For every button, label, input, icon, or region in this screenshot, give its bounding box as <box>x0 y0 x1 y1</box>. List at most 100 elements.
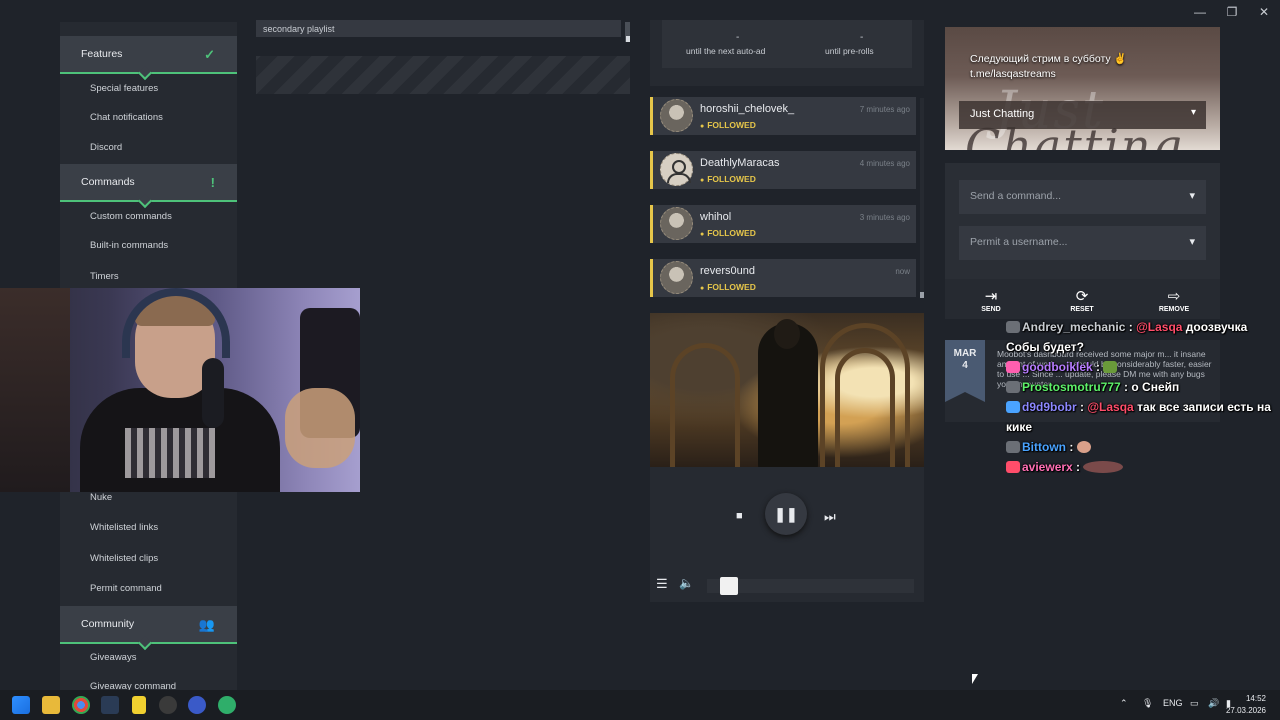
badge-icon <box>1006 401 1020 413</box>
category-select[interactable]: Just Chatting <box>959 101 1206 129</box>
chat-username: Bittown <box>1022 440 1066 454</box>
chat-username: Andrey_mechanic <box>1022 320 1126 334</box>
permit-username-dropdown[interactable]: Permit a username... <box>959 226 1206 260</box>
webcam-overlay <box>0 288 360 492</box>
mouse-cursor <box>972 674 978 684</box>
users-icon: 👥 <box>198 617 215 632</box>
cam-background-shelf <box>0 288 70 492</box>
follow-event: revers0und FOLLOWED now <box>650 259 916 297</box>
headset-icon <box>122 288 230 358</box>
reset-button[interactable]: ⟳ RESET <box>1062 289 1102 314</box>
chat-separator: : <box>1066 440 1077 454</box>
clock-date: 27.03.2026 <box>1225 706 1266 715</box>
sidebar-section-commands[interactable]: Commands ! <box>60 164 237 209</box>
avatar <box>660 261 693 294</box>
playlist-scroll-thumb[interactable] <box>626 36 630 42</box>
chat-message: Andrey_mechanic : @Lasqa доозвучка Собы … <box>1006 317 1280 357</box>
follow-time: 3 minutes ago <box>859 213 910 222</box>
close-button[interactable]: ✕ <box>1248 2 1280 22</box>
follower-name: horoshii_chelovek_ <box>700 103 795 115</box>
chrome-icon[interactable] <box>72 696 90 714</box>
sidebar-item-whitelisted-clips[interactable]: Whitelisted clips <box>90 553 158 564</box>
tray-chevron-icon[interactable]: ⌃ <box>1120 698 1128 709</box>
follow-event: DeathlyMaracas FOLLOWED 4 minutes ago <box>650 151 916 189</box>
chat-mention: @Lasqa <box>1136 320 1183 334</box>
media-player: ■ ❚❚ ⏭ ☰ 🔈 <box>650 467 924 602</box>
frog-emote-icon <box>1103 361 1118 373</box>
app-icon[interactable] <box>188 696 206 714</box>
language-indicator[interactable]: ENG <box>1163 698 1183 708</box>
loading-placeholder <box>256 56 630 94</box>
seek-bar[interactable] <box>707 579 914 593</box>
sidebar-section-community[interactable]: Community 👥 <box>60 606 237 651</box>
moobot-icon[interactable] <box>218 696 236 714</box>
follow-status: FOLLOWED <box>700 282 756 292</box>
arch-shape <box>835 348 895 467</box>
follow-status: FOLLOWED <box>700 120 756 130</box>
pause-button[interactable]: ❚❚ <box>765 493 807 535</box>
command-panel: Send a command... Permit a username... <box>945 163 1220 279</box>
minimize-button[interactable]: — <box>1184 2 1216 22</box>
playlist-icon[interactable]: ☰ <box>656 576 668 592</box>
sidebar-item-giveaway-command[interactable]: Giveaway command <box>90 681 176 690</box>
chat-separator: : <box>1076 400 1088 414</box>
chat-username: d9d9bobr <box>1022 400 1077 414</box>
network-icon[interactable]: ▭ <box>1190 698 1199 709</box>
telegram-icon[interactable] <box>101 696 119 714</box>
section-notch <box>137 635 153 651</box>
preroll-value: - <box>860 32 864 43</box>
section-label: Community <box>81 618 135 630</box>
follow-status: FOLLOWED <box>700 174 756 184</box>
video-figure <box>758 319 818 467</box>
sidebar-item-chat-notifications[interactable]: Chat notifications <box>90 112 163 123</box>
send-button[interactable]: ⇥ SEND <box>971 288 1011 314</box>
remove-button[interactable]: ⇨ REMOVE <box>1154 289 1194 314</box>
sidebar-item-custom-commands[interactable]: Custom commands <box>90 211 172 222</box>
sidebar-item-whitelisted-links[interactable]: Whitelisted links <box>90 522 158 533</box>
cam-shirt-print <box>125 428 215 478</box>
badge-icon <box>1006 441 1020 453</box>
sign-in-icon: ⇥ <box>984 288 998 305</box>
secondary-playlist-field[interactable]: secondary playlist <box>256 20 621 37</box>
microphone-icon[interactable]: 🎙 <box>1142 698 1153 709</box>
video-thumbnail[interactable] <box>650 313 924 467</box>
sidebar-item-nuke[interactable]: Nuke <box>90 492 112 503</box>
next-button[interactable]: ⏭ <box>824 509 836 525</box>
avatar <box>660 153 693 186</box>
chat-message: d9d9bobr : @Lasqa так все записи есть на… <box>1006 397 1280 437</box>
window-controls: — ❐ ✕ <box>1184 2 1280 22</box>
auto-ad-label: until the next auto-ad <box>686 46 766 56</box>
sidebar-item-special-features[interactable]: Special features <box>90 83 158 94</box>
chat-separator: : <box>1125 320 1137 334</box>
microphone-icon <box>202 358 224 428</box>
stream-info-card: Just Chatting Следующий стрим в субботу … <box>945 27 1220 150</box>
avatar <box>660 207 693 240</box>
obs-icon[interactable] <box>159 696 177 714</box>
send-command-dropdown[interactable]: Send a command... <box>959 180 1206 214</box>
sidebar-item-timers[interactable]: Timers <box>90 271 119 282</box>
send-label: SEND <box>981 306 1001 313</box>
sidebar-section-features[interactable]: Features ✓ <box>60 36 237 81</box>
volume-icon[interactable]: 🔊 <box>1208 698 1219 709</box>
windows-start-icon[interactable] <box>12 696 30 714</box>
follows-scrollbar[interactable] <box>920 98 924 298</box>
sidebar-item-discord[interactable]: Discord <box>90 142 122 153</box>
chat-overlay: Andrey_mechanic : @Lasqa доозвучка Собы … <box>1006 317 1280 477</box>
chat-text: о Снейп <box>1131 380 1180 394</box>
seek-handle[interactable] <box>720 577 738 595</box>
section-notch <box>137 65 153 81</box>
volume-icon[interactable]: 🔈 <box>679 576 694 590</box>
file-explorer-icon[interactable] <box>42 696 60 714</box>
sidebar-item-giveaways[interactable]: Giveaways <box>90 652 136 663</box>
app-icon[interactable] <box>132 696 146 714</box>
chat-username: Prostosmotru777 <box>1022 380 1121 394</box>
arch-shape <box>670 343 740 467</box>
sidebar-item-permit-command[interactable]: Permit command <box>90 583 162 594</box>
stream-title[interactable]: Следующий стрим в субботу ✌ t.me/lasqast… <box>970 52 1127 82</box>
restore-button[interactable]: ❐ <box>1216 2 1248 22</box>
sidebar-item-built-in-commands[interactable]: Built-in commands <box>90 240 168 251</box>
system-clock[interactable]: 14:52 27.03.2026 <box>1226 693 1266 717</box>
stop-button[interactable]: ■ <box>736 510 743 522</box>
section-label: Commands <box>81 176 135 188</box>
badge-icon <box>1006 321 1020 333</box>
